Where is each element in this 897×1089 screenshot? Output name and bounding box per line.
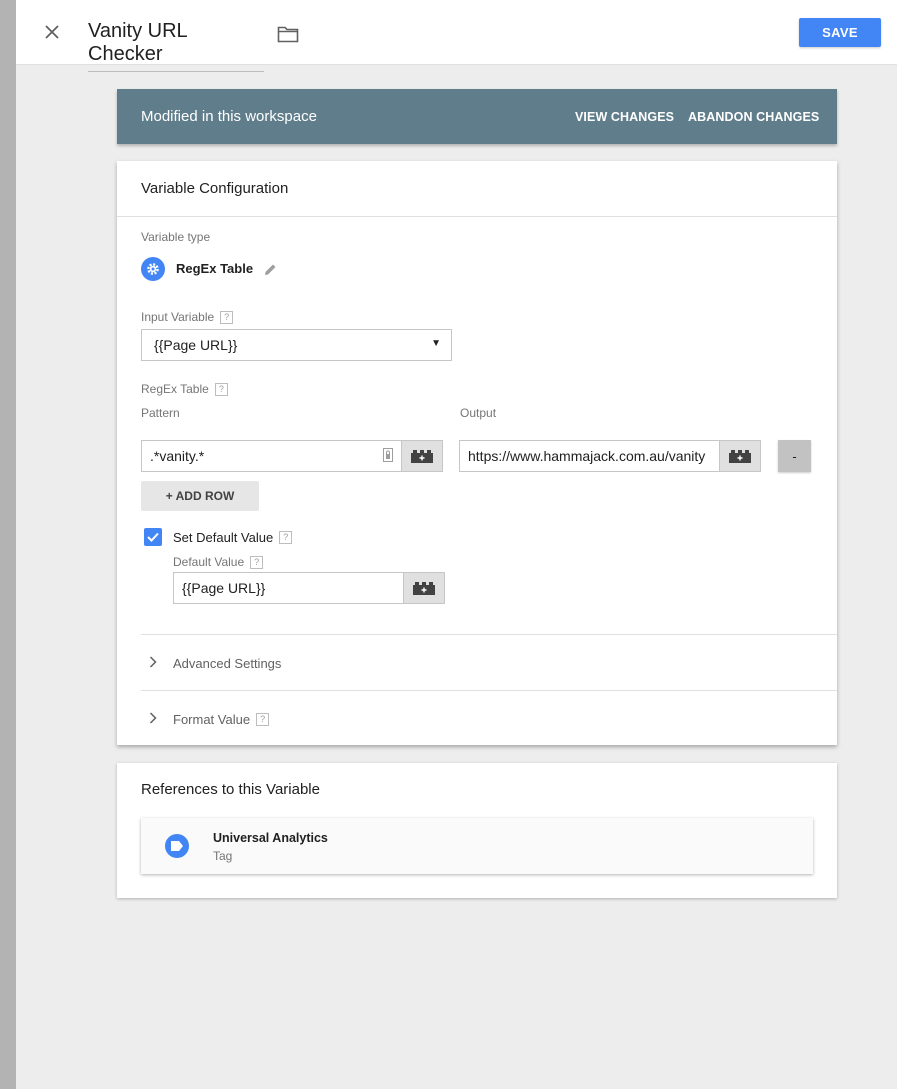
checkmark-icon — [147, 532, 159, 542]
regex-table-label-text: RegEx Table — [141, 382, 209, 396]
pattern-variable-picker-button[interactable] — [401, 440, 443, 472]
chevron-right-icon — [147, 655, 159, 669]
help-icon[interactable]: ? — [220, 310, 234, 324]
lock-icon — [383, 448, 393, 462]
default-value-input[interactable]: {{Page URL}} — [173, 572, 405, 604]
input-variable-value: {{Page URL}} — [154, 337, 238, 353]
edit-variable-type-button[interactable] — [262, 261, 278, 277]
variable-brick-icon — [411, 450, 433, 463]
pattern-column-header: Pattern — [141, 406, 180, 420]
variable-name-field[interactable]: Vanity URL Checker — [88, 20, 264, 72]
reference-type: Tag — [213, 849, 233, 863]
variable-type-label: Variable type — [141, 230, 211, 244]
pencil-icon — [264, 264, 275, 275]
reference-name: Universal Analytics — [213, 831, 328, 845]
references-card: References to this Variable Universal An… — [117, 763, 837, 898]
card-title: Variable Configuration — [141, 180, 289, 197]
view-changes-link[interactable]: VIEW CHANGES — [575, 110, 674, 124]
input-variable-label-text: Input Variable — [141, 310, 215, 324]
close-button[interactable] — [40, 20, 64, 44]
advanced-settings-section[interactable]: Advanced Settings — [141, 634, 837, 690]
workspace-banner: Modified in this workspace VIEW CHANGES … — [117, 89, 837, 144]
variable-brick-icon — [729, 450, 751, 463]
set-default-value-text: Set Default Value — [173, 530, 274, 545]
output-column-header: Output — [460, 406, 497, 420]
format-value-section[interactable]: Format Value ? — [141, 690, 837, 746]
help-icon[interactable]: ? — [214, 382, 228, 396]
left-edge-strip — [0, 0, 16, 1089]
variable-configuration-card: Variable Configuration Variable type Reg… — [117, 161, 837, 745]
default-value-variable-picker-button[interactable] — [403, 572, 445, 604]
advanced-settings-label: Advanced Settings — [173, 656, 282, 671]
help-icon[interactable]: ? — [279, 531, 293, 544]
add-row-button[interactable]: + ADD ROW — [141, 481, 259, 511]
save-button[interactable]: SAVE — [799, 18, 881, 47]
divider — [117, 216, 837, 217]
dropdown-arrow-icon: ▼ — [431, 338, 441, 349]
chevron-right-icon — [147, 711, 159, 725]
variable-type-icon — [141, 257, 165, 281]
output-variable-picker-button[interactable] — [719, 440, 761, 472]
input-variable-label: Input Variable ? — [141, 310, 234, 324]
format-value-label-text: Format Value — [173, 712, 251, 727]
set-default-value-checkbox[interactable] — [144, 528, 162, 546]
banner-text: Modified in this workspace — [141, 108, 317, 125]
remove-row-button[interactable]: - — [778, 440, 811, 472]
variable-brick-icon — [413, 582, 435, 595]
folder-button[interactable] — [276, 22, 300, 46]
abandon-changes-link[interactable]: ABANDON CHANGES — [688, 110, 819, 124]
default-value-label-text: Default Value — [173, 555, 245, 569]
references-title: References to this Variable — [141, 781, 320, 798]
input-variable-select[interactable]: {{Page URL}} ▼ — [141, 329, 452, 361]
close-icon — [45, 25, 59, 39]
top-bar: Vanity URL Checker SAVE — [16, 0, 897, 72]
set-default-value-label: Set Default Value ? — [173, 530, 293, 545]
help-icon[interactable]: ? — [250, 555, 264, 569]
folder-icon — [277, 26, 299, 43]
regex-table-label: RegEx Table ? — [141, 382, 228, 396]
format-value-label: Format Value ? — [173, 712, 270, 727]
tag-icon — [165, 834, 189, 858]
page: Vanity URL Checker SAVE Modified in this… — [16, 0, 897, 1089]
pattern-input[interactable]: .*vanity.* — [141, 440, 403, 472]
gear-icon — [147, 263, 159, 275]
output-input[interactable]: https://www.hammajack.com.au/vanity — [459, 440, 721, 472]
help-icon[interactable]: ? — [256, 713, 270, 726]
default-value-label: Default Value ? — [173, 555, 264, 569]
reference-item[interactable]: Universal Analytics Tag — [141, 818, 813, 874]
variable-type-name: RegEx Table — [176, 261, 254, 276]
